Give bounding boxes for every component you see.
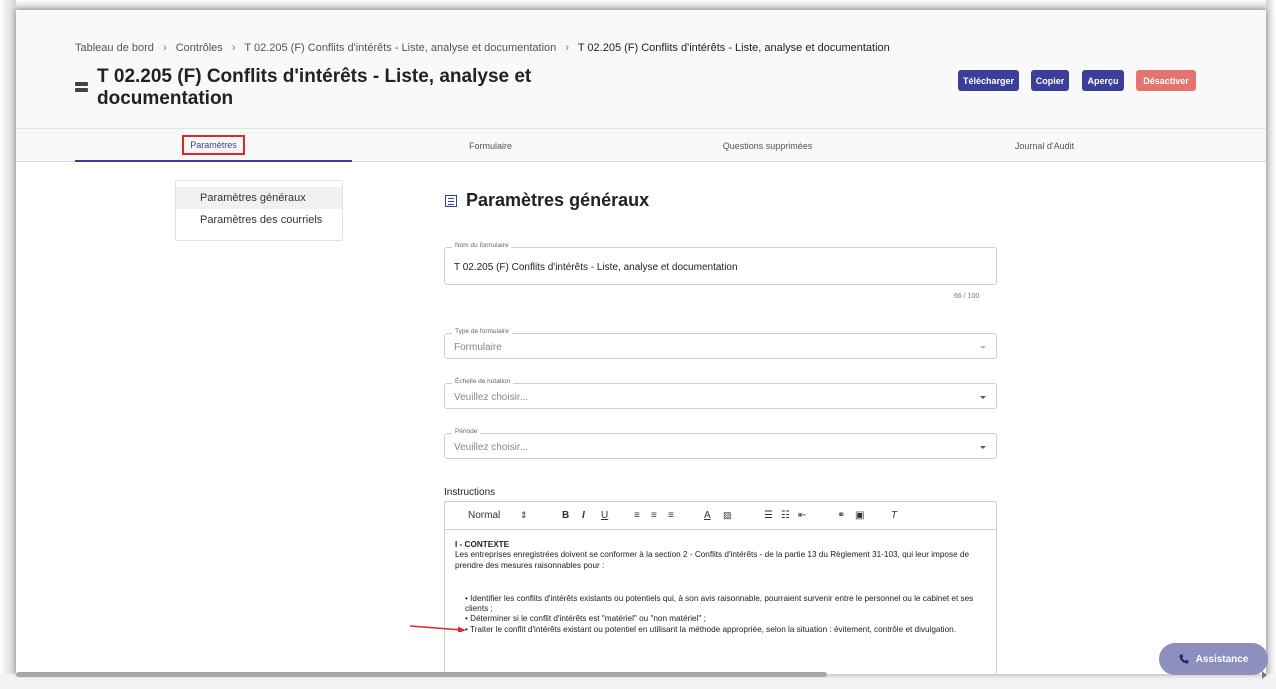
form-name-field[interactable]: Nom du formulaire T 02.205 (F) Conflits … <box>444 242 997 285</box>
form-name-label: Nom du formulaire <box>452 242 512 249</box>
section-title-text: Paramètres généraux <box>466 190 650 210</box>
char-counter: 66 / 100 <box>954 293 980 300</box>
instructions-label: Instructions <box>444 487 496 498</box>
editor-toolbar: Normal ⇕ B I U ≡ ≡ ≡ A ▨ ☰ ☷ ⇤ ⚭ ▣ T <box>445 502 996 530</box>
tab-bar: Paramètres Formulaire Questions supprimé… <box>16 128 1266 162</box>
form-type-select[interactable]: Type de formulaire Formulaire <box>444 328 997 359</box>
app-window: Tableau de bord › Contrôles › T 02.205 (… <box>16 10 1266 674</box>
content-bullet-list: Identifier les conflits d'intérêts exist… <box>455 594 990 635</box>
editor-content[interactable]: I - CONTEXTE Les entreprises enregistrée… <box>455 540 990 635</box>
phone-icon <box>1179 654 1189 664</box>
chevron-down-icon <box>980 396 986 399</box>
italic-icon[interactable]: I <box>582 510 585 521</box>
window-shadow-right <box>1266 0 1276 689</box>
bold-icon[interactable]: B <box>562 510 569 521</box>
style-dropdown-icon[interactable]: ⇕ <box>520 510 528 521</box>
period-placeholder: Veuillez choisir... <box>454 442 528 453</box>
tab-journal-audit[interactable]: Journal d'Audit <box>906 129 1183 162</box>
breadcrumb-control-item[interactable]: T 02.205 (F) Conflits d'intérêts - Liste… <box>244 42 556 54</box>
bullet-list-icon[interactable]: ☰ <box>764 510 773 521</box>
numbered-list-icon[interactable]: ☷ <box>781 510 790 521</box>
scroll-right-icon[interactable] <box>1262 671 1267 679</box>
breadcrumb: Tableau de bord › Contrôles › T 02.205 (… <box>75 42 890 54</box>
breadcrumb-dashboard[interactable]: Tableau de bord <box>75 42 154 54</box>
list-item: Déterminer si le conflit d'intérêts est … <box>465 614 990 624</box>
page-title: T 02.205 (F) Conflits d'intérêts - Liste… <box>97 66 532 109</box>
settings-sidenav: Paramètres généraux Paramètres des courr… <box>175 180 343 241</box>
rich-text-editor[interactable]: Normal ⇕ B I U ≡ ≡ ≡ A ▨ ☰ ☷ ⇤ ⚭ ▣ T I -… <box>444 501 997 674</box>
rating-scale-select[interactable]: Échelle de notation Veuillez choisir... <box>444 378 997 409</box>
period-select[interactable]: Période Veuillez choisir... <box>444 428 997 459</box>
form-type-label: Type de formulaire <box>452 328 512 335</box>
background-color-icon[interactable]: ▨ <box>723 510 732 521</box>
window-shadow-left <box>0 0 16 689</box>
align-left-icon[interactable]: ≡ <box>634 510 640 521</box>
rating-scale-placeholder: Veuillez choisir... <box>454 392 528 403</box>
rating-scale-label: Échelle de notation <box>452 378 514 385</box>
deactivate-button[interactable]: Désactiver <box>1136 70 1196 91</box>
text-style-select[interactable]: Normal <box>468 510 500 521</box>
indent-icon[interactable]: ⇤ <box>798 510 806 521</box>
breadcrumb-controls[interactable]: Contrôles <box>176 42 223 54</box>
sidenav-item-general[interactable]: Paramètres généraux <box>176 187 342 209</box>
underline-icon[interactable]: U <box>601 510 608 521</box>
preview-button[interactable]: Aperçu <box>1082 70 1124 91</box>
period-label: Période <box>452 428 481 435</box>
copy-button[interactable]: Copier <box>1031 70 1069 91</box>
form-list-icon <box>75 82 88 94</box>
section-title: Paramètres généraux <box>445 190 649 211</box>
horizontal-scrollbar[interactable] <box>16 672 827 677</box>
align-right-icon[interactable]: ≡ <box>668 510 674 521</box>
text-color-icon[interactable]: A <box>704 510 711 521</box>
image-icon[interactable]: ▣ <box>855 510 864 521</box>
chevron-down-icon <box>980 446 986 449</box>
breadcrumb-separator: › <box>231 42 236 54</box>
tab-formulaire[interactable]: Formulaire <box>352 129 629 162</box>
breadcrumb-separator: › <box>162 42 167 54</box>
content-intro: Les entreprises enregistrées doivent se … <box>455 550 970 570</box>
form-name-value: T 02.205 (F) Conflits d'intérêts - Liste… <box>454 262 738 273</box>
list-item: Identifier les conflits d'intérêts exist… <box>465 594 990 615</box>
form-type-value: Formulaire <box>454 342 502 353</box>
assistance-label: Assistance <box>1195 653 1249 665</box>
red-arrow-annotation <box>409 625 466 632</box>
breadcrumb-current: T 02.205 (F) Conflits d'intérêts - Liste… <box>577 42 890 54</box>
download-button[interactable]: Télécharger <box>958 70 1019 91</box>
align-center-icon[interactable]: ≡ <box>651 510 657 521</box>
list-item: Traiter le conflit d'intérêts existant o… <box>465 625 990 635</box>
page-header: Tableau de bord › Contrôles › T 02.205 (… <box>16 10 1266 128</box>
window-shadow-top <box>0 0 1276 10</box>
breadcrumb-separator: › <box>565 42 569 54</box>
assistance-button[interactable]: Assistance <box>1159 643 1268 675</box>
link-icon[interactable]: ⚭ <box>837 510 845 521</box>
clear-format-icon[interactable]: T <box>891 510 897 521</box>
tab-questions-supprimees[interactable]: Questions supprimées <box>629 129 906 162</box>
chevron-down-icon <box>980 346 986 349</box>
sidenav-item-emails[interactable]: Paramètres des courriels <box>176 209 342 231</box>
tab-label: Paramètres <box>182 134 245 155</box>
tab-parametres[interactable]: Paramètres <box>75 129 352 162</box>
content-heading: I - CONTEXTE <box>455 540 510 549</box>
